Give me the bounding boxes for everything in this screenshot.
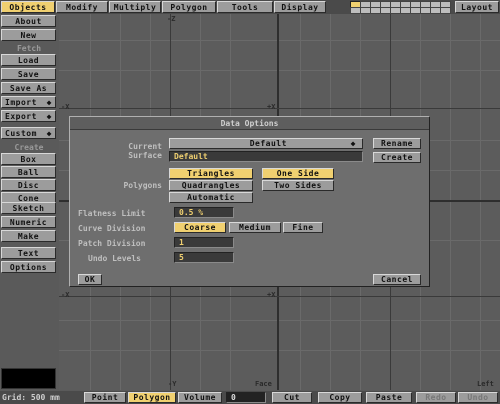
ball-button[interactable]: Ball (1, 166, 56, 178)
undo-button[interactable]: Undo (458, 392, 498, 403)
copy-button[interactable]: Copy (318, 392, 362, 403)
make-button[interactable]: Make (1, 230, 56, 242)
tab-objects[interactable]: Objects (1, 1, 55, 13)
paste-button[interactable]: Paste (366, 392, 412, 403)
polygons-label: Polygons (123, 181, 162, 190)
point-mode-button[interactable]: Point (84, 392, 126, 403)
flatness-limit-label: Flatness Limit (78, 209, 146, 218)
axis-label: -Y (168, 380, 177, 388)
rename-button[interactable]: Rename (373, 138, 421, 149)
import-label: Import (5, 97, 37, 107)
axis-label: +X (267, 103, 276, 111)
layout-button[interactable]: Layout (455, 1, 499, 13)
undo-levels-field[interactable]: 5 (174, 252, 234, 263)
tab-display[interactable]: Display (274, 1, 326, 13)
dialog-title: Data Options (220, 119, 279, 128)
volume-mode-button[interactable]: Volume (178, 392, 222, 403)
medium-button[interactable]: Medium (229, 222, 281, 233)
one-side-button[interactable]: One Side (262, 168, 334, 179)
triangles-button[interactable]: Triangles (169, 168, 253, 179)
undo-levels-label: Undo Levels (88, 254, 141, 263)
selection-count: 0 (226, 392, 266, 403)
tab-tools[interactable]: Tools (217, 1, 273, 13)
curve-division-label: Curve Division (78, 224, 146, 233)
ok-button[interactable]: OK (78, 274, 102, 285)
quadrangles-button[interactable]: Quadrangles (169, 180, 253, 191)
surface-dropdown[interactable]: Default ◆ (169, 138, 363, 149)
axis-label: -X (61, 103, 70, 111)
patch-division-label: Patch Division (78, 239, 146, 248)
axis-line (59, 108, 500, 109)
layer-buttons[interactable] (350, 1, 451, 14)
save-as-button[interactable]: Save As (1, 82, 56, 94)
redo-button[interactable]: Redo (416, 392, 456, 403)
load-button[interactable]: Load (1, 54, 56, 66)
dropdown-icon: ◆ (46, 97, 52, 107)
layer-button[interactable] (440, 7, 451, 14)
cut-button[interactable]: Cut (272, 392, 312, 403)
create-button[interactable]: Create (373, 152, 421, 163)
tab-multiply[interactable]: Multiply (109, 1, 161, 13)
cancel-button[interactable]: Cancel (373, 274, 421, 285)
current-surface-label: Current Surface (128, 142, 162, 160)
custom-label: Custom (5, 128, 37, 138)
grid-line (59, 350, 500, 351)
box-button[interactable]: Box (1, 153, 56, 165)
fetch-heading: Fetch (16, 44, 42, 53)
export-button[interactable]: Export ◆ (1, 110, 56, 122)
axis-label: -X (61, 291, 70, 299)
save-button[interactable]: Save (1, 68, 56, 80)
two-sides-button[interactable]: Two Sides (262, 180, 334, 191)
options-button[interactable]: Options (1, 261, 56, 273)
coarse-button[interactable]: Coarse (174, 222, 226, 233)
axis-label: +X (267, 291, 276, 299)
patch-division-field[interactable]: 1 (174, 237, 234, 248)
numeric-button[interactable]: Numeric (1, 216, 56, 228)
dropdown-icon: ◆ (46, 128, 52, 138)
automatic-button[interactable]: Automatic (169, 192, 253, 203)
custom-button[interactable]: Custom ◆ (1, 127, 56, 139)
dropdown-icon: ◆ (46, 111, 52, 121)
surface-dropdown-value: Default (249, 139, 287, 148)
axis-label: Face (255, 380, 272, 388)
tab-modify[interactable]: Modify (56, 1, 108, 13)
about-button[interactable]: About (1, 15, 56, 27)
grid-size-readout: Grid: 500 mm (2, 393, 60, 402)
disc-button[interactable]: Disc (1, 179, 56, 191)
create-heading: Create (14, 143, 44, 152)
fine-button[interactable]: Fine (283, 222, 323, 233)
data-options-dialog: Data Options Current Surface Default ◆ D… (69, 116, 430, 287)
info-panel (1, 368, 56, 389)
text-button[interactable]: Text (1, 247, 56, 259)
polygon-mode-button[interactable]: Polygon (128, 392, 176, 403)
new-button[interactable]: New (1, 29, 56, 41)
dropdown-icon: ◆ (350, 139, 356, 148)
grid-line (59, 40, 500, 41)
axis-label: Left (477, 380, 494, 388)
surface-name-field[interactable]: Default (169, 151, 363, 162)
import-button[interactable]: Import ◆ (1, 96, 56, 108)
tab-polygon[interactable]: Polygon (162, 1, 216, 13)
sketch-button[interactable]: Sketch (1, 202, 56, 214)
axis-line (59, 296, 500, 297)
export-label: Export (5, 111, 37, 121)
grid-line (59, 70, 500, 71)
axis-label: -Z (167, 15, 176, 23)
grid-line (59, 320, 500, 321)
flatness-limit-field[interactable]: 0.5 % (174, 207, 234, 218)
